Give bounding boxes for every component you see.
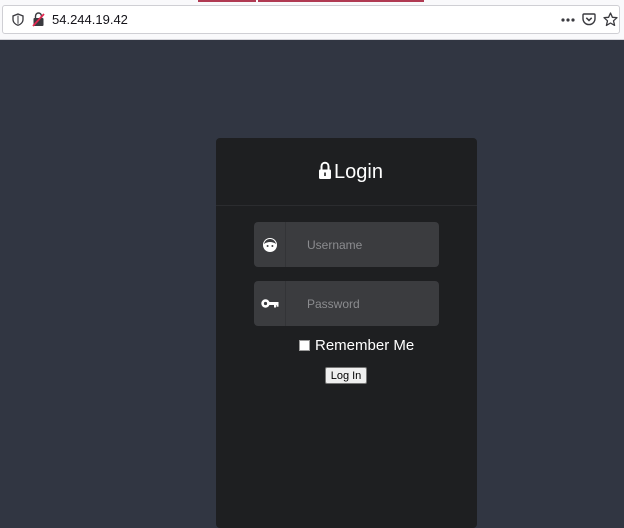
tab-accent-line bbox=[198, 0, 256, 2]
username-input[interactable] bbox=[286, 222, 439, 267]
login-title: Login bbox=[334, 161, 383, 183]
password-input[interactable] bbox=[286, 281, 439, 326]
tab-accent-line bbox=[258, 0, 424, 2]
key-icon bbox=[261, 299, 279, 308]
login-panel: Login Username Remember Me Log In bbox=[216, 138, 477, 528]
browser-toolbar: 54.244.19.42 bbox=[0, 0, 624, 40]
remember-me-checkbox[interactable] bbox=[299, 340, 310, 351]
page-body: Login Username Remember Me Log In bbox=[0, 40, 624, 528]
pocket-icon[interactable] bbox=[582, 12, 596, 26]
more-actions-icon[interactable] bbox=[561, 18, 575, 22]
shield-icon[interactable] bbox=[12, 13, 24, 26]
username-addon bbox=[254, 222, 286, 267]
login-panel-header: Login bbox=[216, 138, 477, 206]
remember-me-label[interactable]: Remember Me bbox=[315, 337, 414, 354]
bookmark-star-icon[interactable] bbox=[603, 12, 618, 27]
insecure-lock-icon[interactable] bbox=[32, 12, 45, 27]
login-button[interactable]: Log In bbox=[325, 367, 367, 384]
url-text[interactable]: 54.244.19.42 bbox=[52, 12, 128, 27]
padlock-icon bbox=[319, 161, 331, 179]
password-group bbox=[254, 281, 439, 326]
address-bar[interactable]: 54.244.19.42 bbox=[2, 5, 620, 34]
password-addon bbox=[254, 281, 286, 326]
user-face-icon bbox=[263, 238, 277, 252]
username-group bbox=[254, 222, 439, 267]
